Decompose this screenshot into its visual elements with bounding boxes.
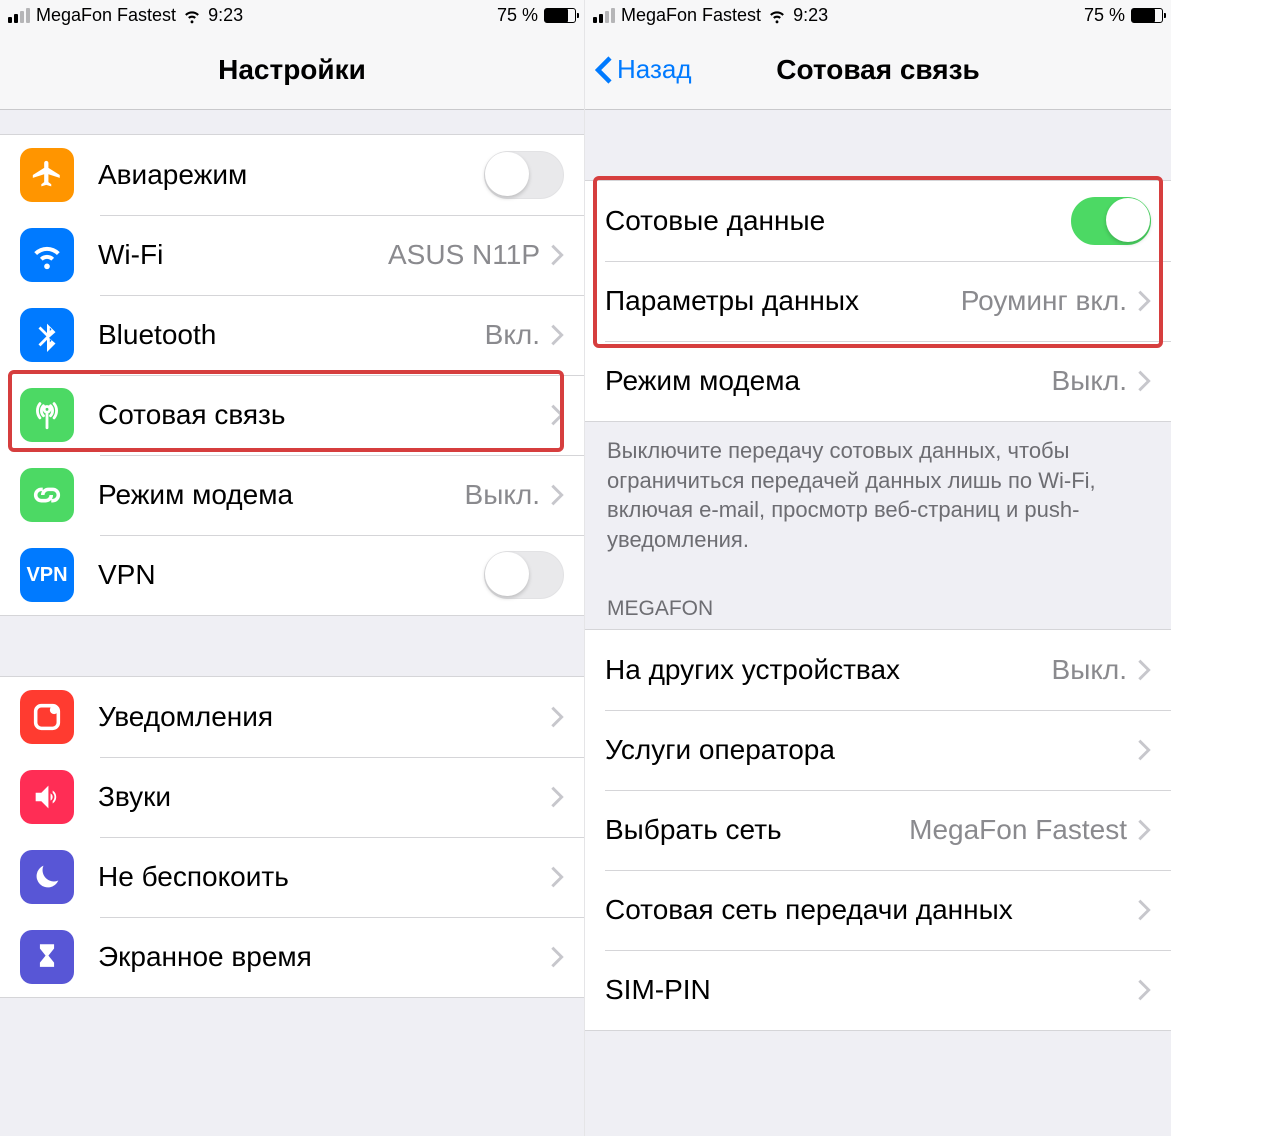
chevron-right-icon <box>1137 289 1151 313</box>
page-title: Сотовая связь <box>776 54 980 86</box>
row-bluetooth[interactable]: Bluetooth Вкл. <box>0 295 584 375</box>
battery-pct: 75 % <box>497 5 538 26</box>
sounds-icon <box>20 770 74 824</box>
wifi-icon <box>767 5 787 25</box>
chevron-right-icon <box>1137 369 1151 393</box>
hotspot-label: Режим модема <box>98 479 465 511</box>
other-devices-label: На других устройствах <box>605 654 1052 686</box>
chevron-right-icon <box>1137 978 1151 1002</box>
chevron-right-icon <box>550 705 564 729</box>
group-notifications: Уведомления Звуки Не беспокоить Экранное… <box>0 676 584 998</box>
chevron-right-icon <box>550 323 564 347</box>
wifi-detail: ASUS N11P <box>388 239 540 271</box>
sim-pin-label: SIM-PIN <box>605 974 1137 1006</box>
dnd-label: Не беспокоить <box>98 861 550 893</box>
group-carrier: На других устройствах Выкл. Услуги опера… <box>585 629 1171 1031</box>
row-carrier-services[interactable]: Услуги оператора <box>585 710 1171 790</box>
dnd-icon <box>20 850 74 904</box>
vpn-icon: VPN <box>20 548 74 602</box>
battery-icon <box>544 8 576 23</box>
chevron-right-icon <box>1137 658 1151 682</box>
select-network-label: Выбрать сеть <box>605 814 909 846</box>
row-notifications[interactable]: Уведомления <box>0 677 584 757</box>
signal-icon <box>8 8 30 23</box>
status-bar: MegaFon Fastest 9:23 75 % <box>585 0 1171 30</box>
screentime-label: Экранное время <box>98 941 550 973</box>
data-options-detail: Роуминг вкл. <box>961 285 1127 317</box>
row-select-network[interactable]: Выбрать сеть MegaFon Fastest <box>585 790 1171 870</box>
data-options-label: Параметры данных <box>605 285 961 317</box>
carrier-label: MegaFon Fastest <box>621 5 761 26</box>
sounds-label: Звуки <box>98 781 550 813</box>
cell-data-network-label: Сотовая сеть передачи данных <box>605 894 1137 926</box>
row-wifi[interactable]: Wi-Fi ASUS N11P <box>0 215 584 295</box>
carrier-label: MegaFon Fastest <box>36 5 176 26</box>
section-carrier-header: MEGAFON <box>585 575 1171 629</box>
airplane-label: Авиарежим <box>98 159 484 191</box>
group-connectivity: Авиарежим Wi-Fi ASUS N11P Bluetooth Вкл.… <box>0 134 584 616</box>
chevron-right-icon <box>550 483 564 507</box>
chevron-right-icon <box>1137 898 1151 922</box>
wifi-label: Wi-Fi <box>98 239 388 271</box>
vpn-toggle[interactable] <box>484 551 564 599</box>
chevron-right-icon <box>550 403 564 427</box>
row-cellular-data[interactable]: Сотовые данные <box>585 181 1171 261</box>
row-sim-pin[interactable]: SIM-PIN <box>585 950 1171 1030</box>
airplane-toggle[interactable] <box>484 151 564 199</box>
settings-screen: MegaFon Fastest 9:23 75 % Настройки Авиа… <box>0 0 585 1136</box>
row-data-options[interactable]: Параметры данных Роуминг вкл. <box>585 261 1171 341</box>
bluetooth-label: Bluetooth <box>98 319 485 351</box>
group-data: Сотовые данные Параметры данных Роуминг … <box>585 180 1171 422</box>
cellular-icon <box>20 388 74 442</box>
carrier-services-label: Услуги оператора <box>605 734 1137 766</box>
chevron-right-icon <box>550 945 564 969</box>
row-screentime[interactable]: Экранное время <box>0 917 584 997</box>
signal-icon <box>593 8 615 23</box>
cellular-data-label: Сотовые данные <box>605 205 1071 237</box>
row-hotspot[interactable]: Режим модема Выкл. <box>585 341 1171 421</box>
row-airplane[interactable]: Авиарежим <box>0 135 584 215</box>
wifi-icon <box>182 5 202 25</box>
notifications-icon <box>20 690 74 744</box>
nav-header: Настройки <box>0 30 584 110</box>
time-label: 9:23 <box>208 5 243 26</box>
cellular-data-toggle[interactable] <box>1071 197 1151 245</box>
chevron-right-icon <box>550 865 564 889</box>
hotspot-label: Режим модема <box>605 365 1052 397</box>
select-network-detail: MegaFon Fastest <box>909 814 1127 846</box>
notifications-label: Уведомления <box>98 701 550 733</box>
cellular-label: Сотовая связь <box>98 399 550 431</box>
row-cellular[interactable]: Сотовая связь <box>0 375 584 455</box>
battery-icon <box>1131 8 1163 23</box>
chevron-right-icon <box>550 785 564 809</box>
row-sounds[interactable]: Звуки <box>0 757 584 837</box>
hotspot-detail: Выкл. <box>465 479 540 511</box>
bluetooth-icon <box>20 308 74 362</box>
hotspot-detail: Выкл. <box>1052 365 1127 397</box>
row-vpn[interactable]: VPN VPN <box>0 535 584 615</box>
status-bar: MegaFon Fastest 9:23 75 % <box>0 0 584 30</box>
back-label: Назад <box>617 54 692 85</box>
row-cell-data-network[interactable]: Сотовая сеть передачи данных <box>585 870 1171 950</box>
row-other-devices[interactable]: На других устройствах Выкл. <box>585 630 1171 710</box>
nav-header: Назад Сотовая связь <box>585 30 1171 110</box>
row-hotspot[interactable]: Режим модема Выкл. <box>0 455 584 535</box>
other-devices-detail: Выкл. <box>1052 654 1127 686</box>
chevron-right-icon <box>550 243 564 267</box>
airplane-icon <box>20 148 74 202</box>
battery-pct: 75 % <box>1084 5 1125 26</box>
screentime-icon <box>20 930 74 984</box>
wifi-icon <box>20 228 74 282</box>
bluetooth-detail: Вкл. <box>485 319 540 351</box>
back-button[interactable]: Назад <box>595 54 692 85</box>
cellular-screen: MegaFon Fastest 9:23 75 % Назад Сотовая … <box>585 0 1171 1136</box>
vpn-label: VPN <box>98 559 484 591</box>
chevron-right-icon <box>1137 818 1151 842</box>
hotspot-icon <box>20 468 74 522</box>
page-title: Настройки <box>218 54 366 86</box>
row-dnd[interactable]: Не беспокоить <box>0 837 584 917</box>
cellular-footer: Выключите передачу сотовых данных, чтобы… <box>585 422 1171 575</box>
time-label: 9:23 <box>793 5 828 26</box>
chevron-right-icon <box>1137 738 1151 762</box>
